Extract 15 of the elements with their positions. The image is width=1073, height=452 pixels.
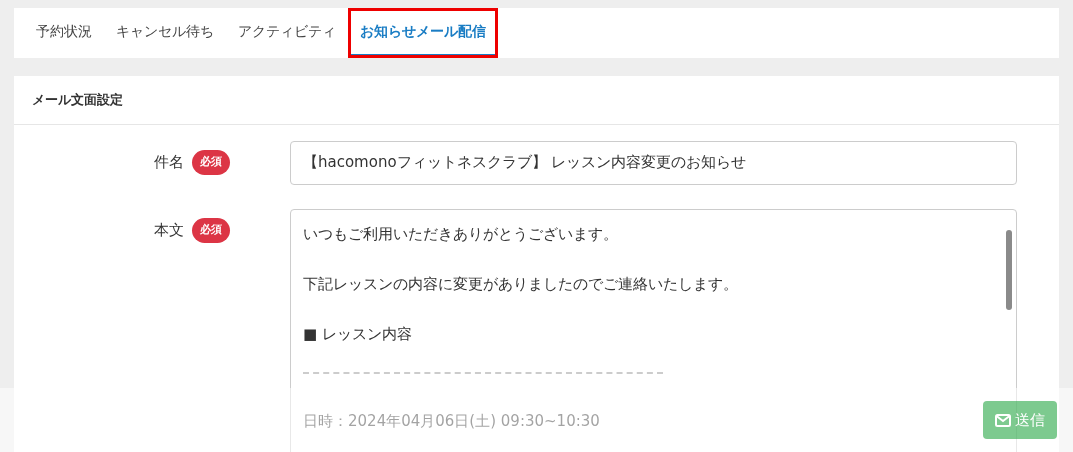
tab[interactable]: 予約状況 (24, 8, 104, 58)
mail-icon (995, 413, 1011, 427)
required-badge: 必須 (192, 150, 230, 175)
tab[interactable]: キャンセル待ち (104, 8, 226, 58)
body-text-line: 日時：2024年04月06日(土) 09:30~10:30 (303, 410, 601, 432)
field-label: 件名 (154, 152, 184, 174)
body-text-line: 下記レッスンの内容に変更がありましたのでご連絡いたします。 (303, 273, 739, 295)
tab[interactable]: アクティビティ (226, 8, 348, 58)
card-title: メール文面設定 (14, 76, 1059, 125)
subject-field[interactable]: 【hacomonoフィットネスクラブ】 レッスン内容変更のお知らせ (290, 140, 1017, 185)
field-label: 本文 (154, 220, 184, 242)
required-badge: 必須 (192, 218, 230, 243)
tab[interactable]: お知らせメール配信 (348, 8, 498, 58)
body-text-line: ■ レッスン内容 (303, 323, 413, 345)
body-text-line: いつもご利用いただきありがとうございます。 (303, 223, 619, 245)
